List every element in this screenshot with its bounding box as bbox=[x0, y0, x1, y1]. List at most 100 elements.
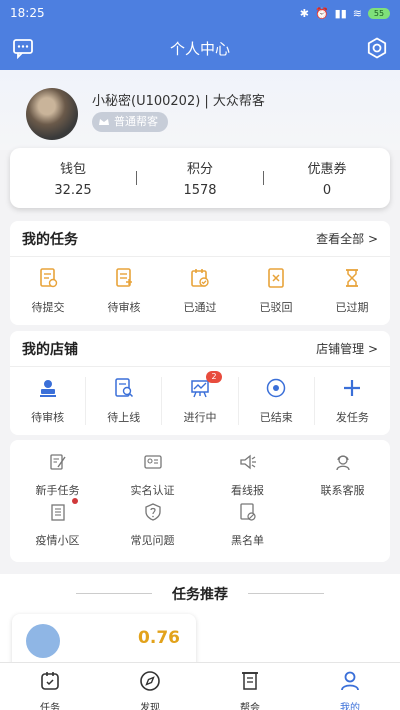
page-title: 个人中心 bbox=[169, 39, 230, 58]
task-status-label: 已过期 bbox=[335, 301, 369, 314]
in-progress-count-badge: 2 bbox=[206, 371, 222, 383]
tab-discover[interactable]: 发现 bbox=[100, 663, 200, 710]
tool-epidemic-community[interactable]: 疫情小区 bbox=[10, 498, 105, 547]
view-all-link[interactable]: 查看全部 > bbox=[316, 230, 378, 247]
battery-icon: 55 bbox=[368, 7, 390, 19]
tool-label: 常见问题 bbox=[130, 534, 175, 547]
coupons-label: 优惠券 bbox=[307, 162, 347, 177]
profile-section: 小秘密(U100202) | 大众帮客 普通帮客 bbox=[0, 70, 400, 150]
shop-status-pending-review[interactable]: 待审核 bbox=[10, 377, 87, 425]
member-level-label: 普通帮客 bbox=[114, 115, 158, 128]
building-icon bbox=[50, 504, 65, 521]
id-card-icon bbox=[143, 455, 162, 469]
tab-label: 发现 bbox=[140, 703, 160, 710]
tool-contact-support[interactable]: 联系客服 bbox=[295, 452, 390, 497]
message-icon[interactable] bbox=[12, 37, 34, 59]
shop-status-label: 待审核 bbox=[31, 411, 65, 424]
task-recommend-section: 任务推荐 0.76 今锦 bbox=[0, 574, 400, 674]
task-status-expired[interactable]: 已过期 bbox=[314, 267, 390, 315]
shop-status-in-progress[interactable]: 2 进行中 bbox=[162, 371, 239, 425]
shop-status-label: 已结束 bbox=[259, 411, 293, 424]
crown-icon bbox=[99, 119, 109, 125]
tool-label: 联系客服 bbox=[320, 484, 365, 497]
document-search-icon bbox=[115, 378, 133, 398]
tools-card: 新手任务 实名认证 看线报 联系客服 疫情小区 常见问题 黑名单 bbox=[10, 440, 390, 562]
tool-label: 看线报 bbox=[231, 484, 264, 497]
rejected-icon bbox=[268, 268, 284, 288]
tool-real-name-auth[interactable]: 实名认证 bbox=[105, 452, 200, 497]
my-tasks-header: 我的任务 查看全部 > bbox=[10, 221, 390, 257]
task-status-approved[interactable]: 已通过 bbox=[162, 267, 238, 315]
pending-review-icon bbox=[116, 268, 132, 287]
tool-blacklist[interactable]: 黑名单 bbox=[200, 502, 295, 547]
shop-manage-link[interactable]: 店铺管理 > bbox=[316, 340, 378, 357]
tools-grid: 新手任务 实名认证 看线报 联系客服 疫情小区 常见问题 黑名单 bbox=[10, 440, 390, 552]
task-status-rejected[interactable]: 已驳回 bbox=[238, 267, 314, 315]
points-label: 积分 bbox=[186, 162, 213, 177]
task-avatar bbox=[26, 624, 60, 658]
tab-label: 帮会 bbox=[240, 703, 260, 710]
publish-task-button[interactable]: 发任务 bbox=[315, 377, 390, 425]
task-calendar-icon bbox=[41, 672, 59, 690]
profile-user-icon bbox=[341, 671, 359, 691]
speaker-icon bbox=[239, 454, 256, 470]
circle-check-icon bbox=[266, 378, 286, 398]
my-shop-grid: 待审核 待上线 2 进行中 已结束 发任务 bbox=[10, 367, 390, 435]
tool-label: 黑名单 bbox=[231, 534, 264, 547]
plus-icon bbox=[344, 380, 361, 396]
status-icons: ✱ ⏰ ▮▮ ≋ 55 bbox=[300, 7, 390, 20]
alarm-icon: ⏰ bbox=[314, 6, 329, 20]
bottom-tab-bar: 任务 发现 帮会 我的 bbox=[0, 662, 400, 710]
publish-task-label: 发任务 bbox=[335, 411, 369, 424]
tab-profile[interactable]: 我的 bbox=[300, 663, 400, 710]
tool-faq[interactable]: 常见问题 bbox=[105, 502, 200, 547]
tab-guild[interactable]: 帮会 bbox=[200, 663, 300, 710]
settings-gear-icon[interactable] bbox=[366, 37, 388, 59]
my-tasks-grid: 待提交 待审核 已通过 已驳回 已过期 bbox=[10, 257, 390, 325]
wallet-card: 钱包 32.25 积分 1578 优惠券 0 bbox=[10, 148, 390, 208]
points-value: 1578 bbox=[183, 183, 217, 198]
wallet-coupons[interactable]: 优惠券 0 bbox=[264, 158, 390, 198]
my-tasks-card: 我的任务 查看全部 > 待提交 待审核 已通过 已驳回 已过期 bbox=[10, 221, 390, 325]
expired-hourglass-icon bbox=[346, 269, 358, 287]
task-status-pending-submit[interactable]: 待提交 bbox=[10, 267, 86, 315]
tool-label: 实名认证 bbox=[130, 484, 175, 497]
my-shop-header: 我的店铺 店铺管理 > bbox=[10, 331, 390, 367]
pending-submit-icon bbox=[40, 268, 58, 288]
wallet-points[interactable]: 积分 1578 bbox=[137, 158, 263, 198]
shield-question-icon bbox=[144, 503, 161, 521]
shop-status-label: 待上线 bbox=[107, 411, 141, 424]
task-status-pending-review[interactable]: 待审核 bbox=[86, 267, 162, 315]
task-status-label: 已通过 bbox=[183, 301, 217, 314]
shop-status-pending-online[interactable]: 待上线 bbox=[86, 377, 163, 425]
my-tasks-title: 我的任务 bbox=[22, 231, 78, 248]
shop-status-ended[interactable]: 已结束 bbox=[239, 377, 315, 425]
bluetooth-icon: ✱ bbox=[299, 6, 309, 20]
member-level-badge: 普通帮客 bbox=[92, 112, 168, 132]
blacklist-icon bbox=[239, 503, 256, 521]
task-status-label: 已驳回 bbox=[259, 301, 293, 314]
stamp-icon bbox=[39, 380, 56, 397]
my-shop-card: 我的店铺 店铺管理 > 待审核 待上线 2 进行中 已结束 发任务 bbox=[10, 331, 390, 435]
task-recommend-title: 任务推荐 bbox=[172, 587, 228, 603]
wallet-value: 32.25 bbox=[54, 183, 92, 198]
guild-scroll-icon bbox=[242, 672, 258, 690]
wifi-icon: ≋ bbox=[352, 6, 362, 20]
app-header: 个人中心 bbox=[0, 26, 400, 70]
notification-dot bbox=[71, 498, 78, 504]
username: 小秘密(U100202) | 大众帮客 bbox=[92, 94, 265, 109]
tab-tasks[interactable]: 任务 bbox=[0, 663, 100, 710]
tool-view-news[interactable]: 看线报 bbox=[200, 452, 295, 497]
tool-newbie-task[interactable]: 新手任务 bbox=[10, 452, 105, 497]
task-status-label: 待审核 bbox=[107, 301, 141, 314]
coupons-value: 0 bbox=[322, 183, 332, 198]
avatar[interactable] bbox=[26, 88, 78, 140]
wallet-balance[interactable]: 钱包 32.25 bbox=[10, 158, 136, 198]
status-time: 18:25 bbox=[10, 6, 45, 20]
divider bbox=[248, 593, 324, 594]
tab-label: 我的 bbox=[340, 703, 360, 710]
wallet-label: 钱包 bbox=[59, 162, 86, 177]
tool-label: 新手任务 bbox=[35, 484, 80, 497]
shop-status-label: 进行中 bbox=[183, 411, 217, 424]
my-shop-title: 我的店铺 bbox=[22, 341, 78, 358]
